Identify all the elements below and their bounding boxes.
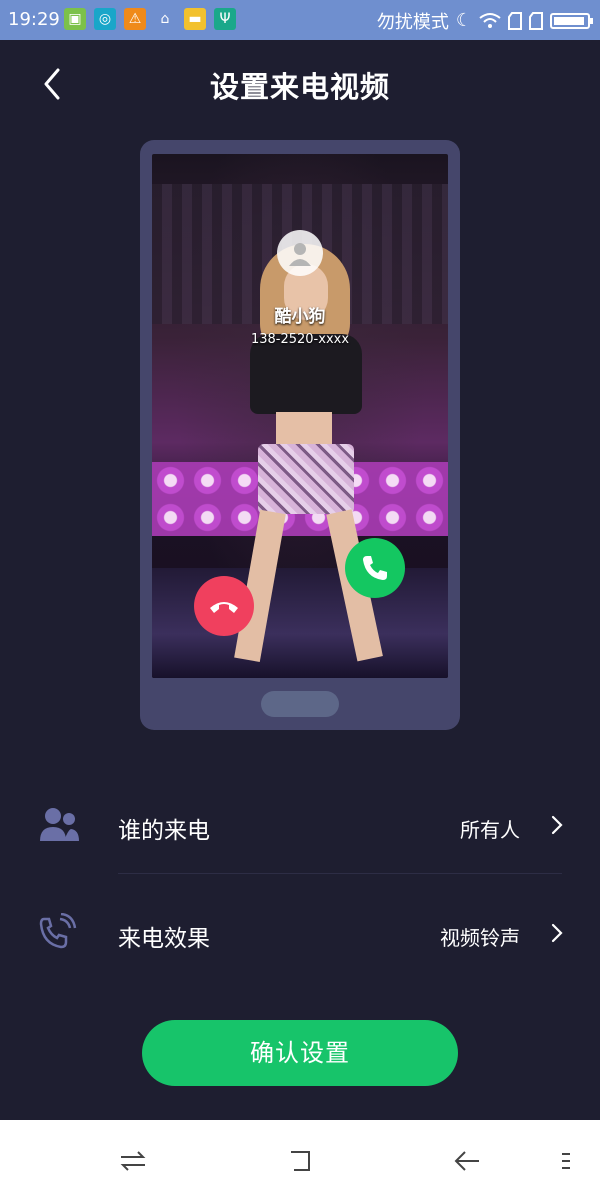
sim2-icon (529, 12, 543, 30)
clean-icon: ⌂ (160, 11, 170, 27)
setting-label: 来电效果 (118, 926, 210, 952)
caller-name: 酷小狗 (274, 307, 326, 327)
status-time: 19:29 (8, 9, 60, 30)
back-icon (454, 1151, 479, 1171)
usb-icon: Ψ (214, 8, 236, 30)
divider (118, 873, 562, 874)
answer-button[interactable] (345, 538, 405, 598)
hangup-button[interactable] (194, 576, 254, 636)
caller-avatar (277, 230, 323, 276)
setting-row-call-effect[interactable]: 来电效果 视频铃声 (0, 893, 600, 973)
do-not-disturb-label: 勿扰模式 (376, 12, 449, 33)
setting-value: 视频铃声 (440, 926, 520, 950)
page-title: 设置来电视频 (209, 70, 390, 104)
battery-level (554, 17, 585, 25)
caller-number: 138-2520-xxxx (250, 332, 350, 347)
sim1-icon (508, 12, 522, 30)
home-indicator (261, 691, 339, 717)
avatar-icon (289, 243, 311, 266)
setting-value: 所有人 (460, 818, 520, 842)
navigation-bar (0, 1120, 600, 1200)
menu-icon (562, 1153, 570, 1169)
confirm-button[interactable]: 确认设置 (142, 1020, 458, 1086)
phone-icon (363, 556, 387, 580)
setting-row-who-calls[interactable]: 谁的来电 所有人 (0, 785, 600, 865)
browser-icon: ◎ (94, 8, 116, 30)
chevron-right-icon (551, 815, 563, 835)
dancer-figure (234, 224, 383, 678)
menu-button[interactable] (546, 1144, 586, 1178)
warning-icon: ⚠ (124, 8, 146, 30)
switch-apps-icon (120, 1151, 146, 1171)
video-preview[interactable]: 酷小狗 138-2520-xxxx (152, 154, 448, 678)
back-nav-button[interactable] (447, 1144, 487, 1178)
setting-label: 谁的来电 (118, 818, 210, 844)
home-square-icon (291, 1151, 310, 1171)
app-store-icon: ▣ (64, 8, 86, 30)
ringing-phone-icon (39, 913, 77, 949)
status-right: 勿扰模式 ☾ (376, 8, 593, 34)
hangup-icon (210, 602, 238, 613)
contacts-icon (40, 808, 79, 841)
folder-icon: ▬ (184, 8, 206, 30)
chevron-right-icon (551, 923, 563, 943)
status-bar: 19:29 ▣ ◎ ⚠ ⌂ ▬ Ψ 勿扰模式 ☾ (0, 0, 600, 40)
header: 设置来电视频 (0, 40, 600, 126)
battery-icon (550, 13, 593, 29)
moon-icon: ☾ (455, 10, 472, 31)
wifi-icon (479, 13, 501, 28)
notification-icons: ▣ ◎ ⚠ ⌂ ▬ Ψ (64, 8, 236, 30)
switch-apps-button[interactable] (113, 1144, 153, 1178)
home-button[interactable] (280, 1144, 320, 1178)
phone-preview: 酷小狗 138-2520-xxxx (140, 140, 460, 730)
